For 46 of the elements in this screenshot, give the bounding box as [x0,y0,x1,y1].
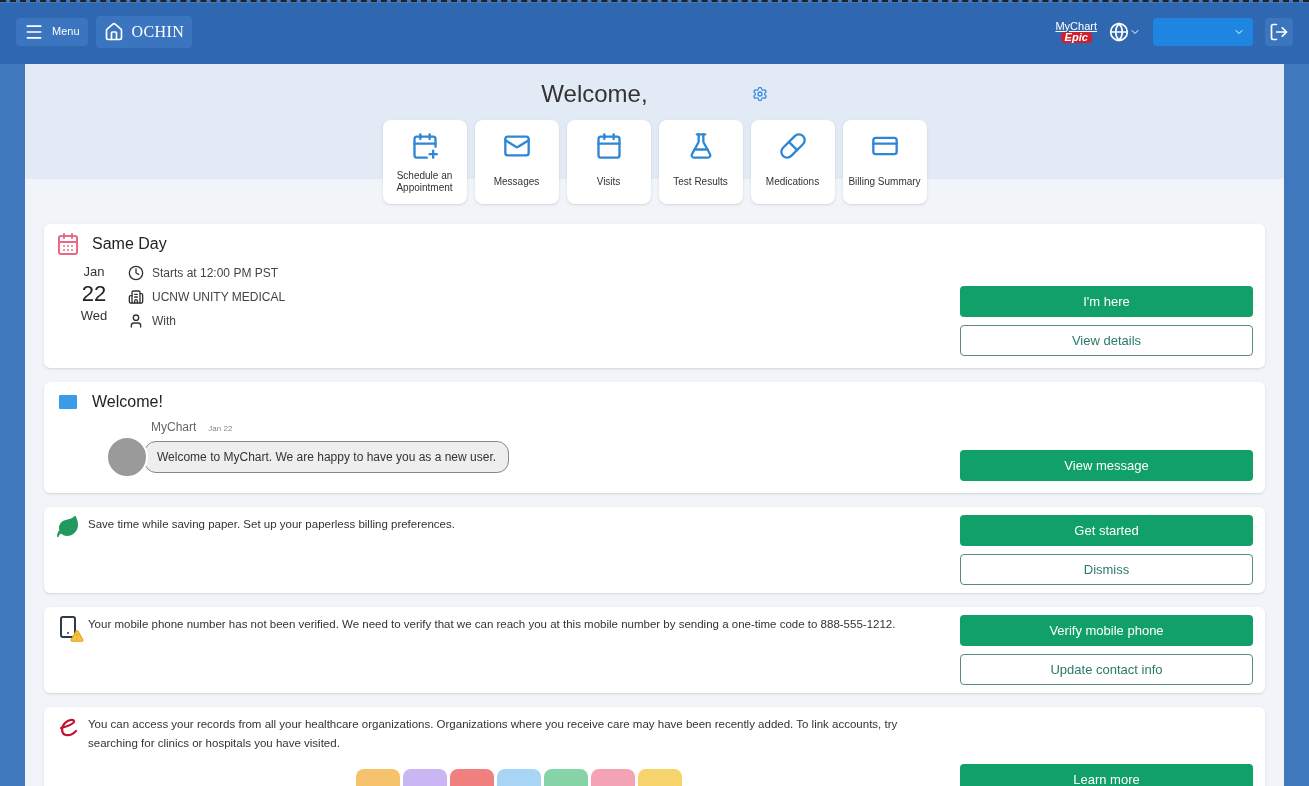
mychart-logo: MyChart Epic [1055,20,1097,43]
quick-link-tile[interactable]: Test Results [658,120,743,204]
pill-icon [778,132,807,160]
primary-button[interactable]: Learn more [960,764,1253,786]
leaf-icon [56,515,80,539]
building-icon [128,289,144,305]
quick-link-tile[interactable]: Billing Summary [842,120,927,204]
brand-logo: OCHIN [131,21,185,42]
message-date: Jan 22 [208,423,233,435]
date-weekday: Wed [80,307,108,324]
notice-text: You can access your records from all your healthcare organizations. Organizations where you receive care may have been recently added. To link accounts, try searching for clinics or hospitals you have visited. [88,717,899,751]
quick-link-tile[interactable]: Messages [474,120,559,204]
logout-button[interactable] [1265,17,1293,46]
primary-button[interactable]: Get started [960,515,1253,546]
quick-link-tile[interactable]: Visits [566,120,651,204]
home-icon[interactable] [103,21,124,42]
date-month: Jan [83,264,105,281]
menu-button[interactable]: Menu [16,17,88,46]
globe-icon [1109,21,1129,42]
notice-text: Your mobile phone number has not been verified. We need to verify that we can reach you at this mobile number by sending a one-time code to 888-555-1212. [88,617,896,632]
secondary-button[interactable]: Dismiss [960,554,1253,585]
appointment-detail: UCNW UNITY MEDICAL [152,289,286,306]
card-title: Same Day [92,234,167,254]
calendar-icon [594,132,623,160]
language-button[interactable] [1109,21,1141,42]
logout-icon [1269,21,1289,42]
secondary-button[interactable]: Update contact info [960,654,1253,685]
card-title: Welcome! [92,392,163,412]
appointment-detail: Starts at 12:00 PM PST [152,265,279,282]
primary-button[interactable]: I'm here [960,286,1253,317]
quick-link-tile[interactable]: Schedule an Appointment [382,120,467,204]
settings-icon[interactable] [751,86,768,102]
person-icon [128,313,144,329]
primary-button[interactable]: View message [960,450,1253,481]
primary-button[interactable]: Verify mobile phone [960,615,1253,646]
notice-text: Save time while saving paper. Set up your paperless billing preferences. [88,517,455,532]
message-sender: MyChart [151,419,197,436]
welcome-heading: Welcome, [541,79,648,109]
calendar-plus-icon [410,132,439,160]
quick-link-tile[interactable]: Medications [750,120,835,204]
clock-icon [128,265,144,281]
secondary-button[interactable]: View details [960,325,1253,356]
appointment-detail: With [152,313,176,330]
message-bubble: Welcome to MyChart. We are happy to have you as a new user. [144,441,510,473]
date-day: 22 [81,280,107,308]
calendar-icon [56,232,80,256]
